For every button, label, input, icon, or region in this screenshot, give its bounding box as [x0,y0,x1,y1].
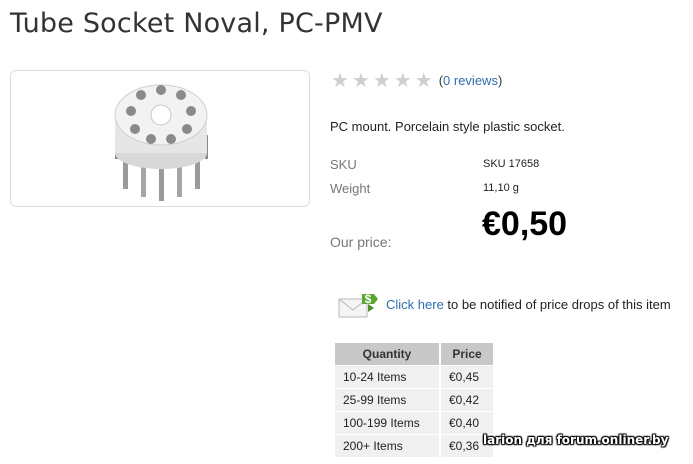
price-header: Price [441,343,493,365]
sku-label: SKU [330,157,357,172]
table-row: 200+ Items €0,36 [335,435,493,457]
quantity-header: Quantity [335,343,439,365]
product-title: Tube Socket Noval, PC-PMV [10,8,383,39]
tier-price: €0,42 [441,389,493,411]
rating: ★ ★ ★ ★ ★ (0 reviews) [331,70,503,90]
our-price-label: Our price: [330,234,392,250]
star-empty-icon[interactable]: ★ [352,70,370,90]
table-row: 100-199 Items €0,40 [335,412,493,434]
weight-value: 11,10 g [483,182,519,194]
tier-quantity: 100-199 Items [335,412,439,434]
svg-text:$: $ [365,292,372,306]
product-image-frame[interactable] [10,70,310,207]
tier-price: €0,40 [441,412,493,434]
star-empty-icon[interactable]: ★ [394,70,412,90]
click-here-link[interactable]: Click here [386,297,444,312]
email-price-drop-icon[interactable]: $ [338,290,380,318]
star-empty-icon[interactable]: ★ [373,70,391,90]
product-price: €0,50 [482,205,568,243]
tier-quantity: 200+ Items [335,435,439,457]
tube-socket-image [114,84,208,201]
tier-price: €0,45 [441,366,493,388]
tier-quantity: 10-24 Items [335,366,439,388]
tier-quantity: 25-99 Items [335,389,439,411]
price-drop-notify: $ Click here to be notified of price dro… [338,290,671,318]
product-description: PC mount. Porcelain style plastic socket… [330,119,565,134]
star-empty-icon[interactable]: ★ [331,70,349,90]
notify-text: Click here to be notified of price drops… [386,296,671,312]
reviews-link[interactable]: 0 reviews [443,73,498,88]
watermark: larion для forum.onliner.by [483,433,669,447]
weight-label: Weight [330,181,371,196]
table-row: 25-99 Items €0,42 [335,389,493,411]
table-row: 10-24 Items €0,45 [335,366,493,388]
table-header-row: Quantity Price [335,343,493,365]
star-empty-icon[interactable]: ★ [415,70,433,90]
reviews-count: (0 reviews) [438,72,503,88]
price-tiers-table: Quantity Price 10-24 Items €0,45 25-99 I… [333,342,495,458]
sku-value: SKU 17658 [483,158,540,170]
